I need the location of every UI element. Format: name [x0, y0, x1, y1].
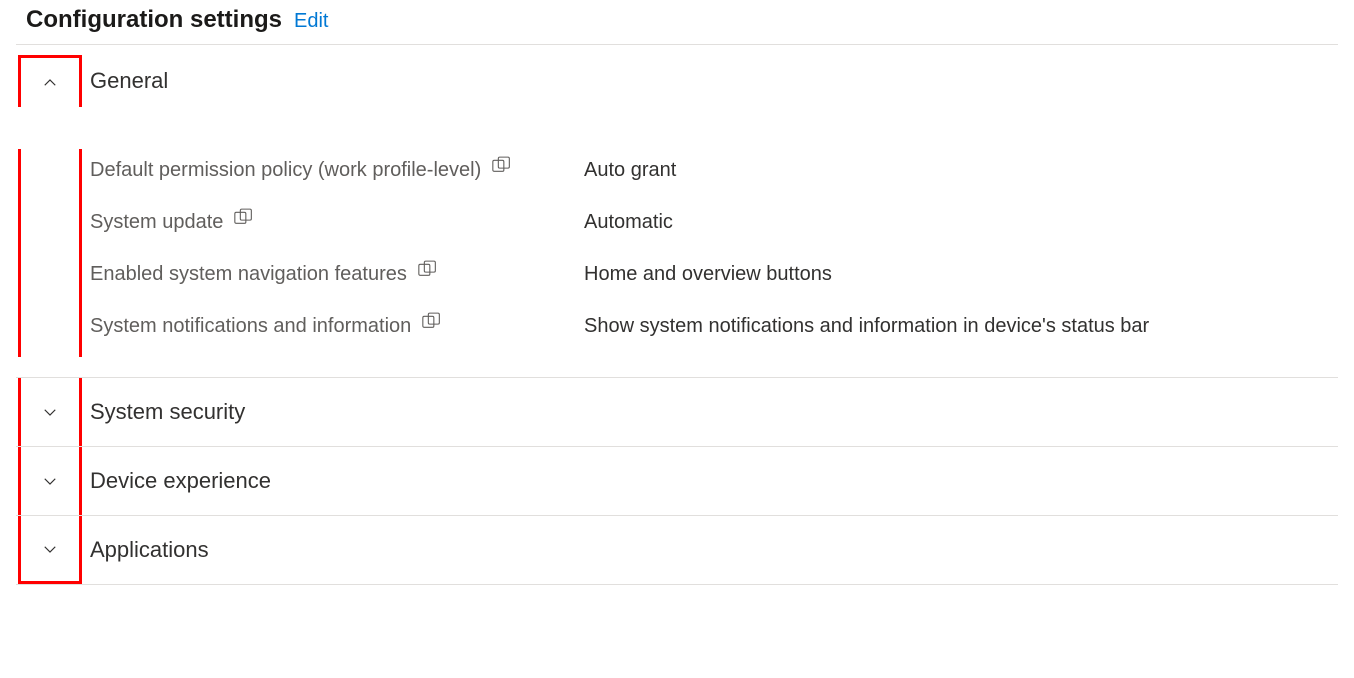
copy-icon[interactable] — [417, 259, 439, 277]
section-title: General — [82, 68, 168, 94]
section-header-system-security[interactable]: System security — [16, 378, 1338, 447]
copy-icon[interactable] — [491, 155, 513, 173]
section-content-general: Default permission policy (work profile-… — [16, 117, 1338, 378]
highlight-spacer — [18, 149, 82, 357]
setting-value: Automatic — [584, 207, 1338, 237]
section-title: Device experience — [82, 468, 271, 494]
section-header-general[interactable]: General — [16, 45, 1338, 117]
chevron-up-icon[interactable] — [18, 55, 82, 107]
section-title: System security — [82, 399, 245, 425]
setting-row: System update Automatic — [90, 201, 1338, 253]
section-title: Applications — [82, 537, 209, 563]
setting-label: System notifications and information — [90, 311, 411, 341]
section-header-device-experience[interactable]: Device experience — [16, 447, 1338, 516]
setting-row: Default permission policy (work profile-… — [90, 149, 1338, 201]
setting-row: Enabled system navigation features Home … — [90, 253, 1338, 305]
setting-value: Show system notifications and informatio… — [584, 311, 1338, 341]
setting-value: Auto grant — [584, 155, 1338, 185]
setting-row: System notifications and information Sho… — [90, 305, 1338, 357]
copy-icon[interactable] — [421, 311, 443, 329]
page-title: Configuration settings — [26, 6, 282, 34]
section-header-applications[interactable]: Applications — [16, 516, 1338, 585]
setting-label: Default permission policy (work profile-… — [90, 155, 481, 185]
setting-label: System update — [90, 207, 223, 237]
chevron-down-icon[interactable] — [18, 447, 82, 515]
chevron-down-icon[interactable] — [18, 516, 82, 584]
edit-link[interactable]: Edit — [294, 10, 328, 33]
copy-icon[interactable] — [233, 207, 255, 225]
setting-value: Home and overview buttons — [584, 259, 1338, 289]
setting-label: Enabled system navigation features — [90, 259, 407, 289]
chevron-down-icon[interactable] — [18, 378, 82, 446]
